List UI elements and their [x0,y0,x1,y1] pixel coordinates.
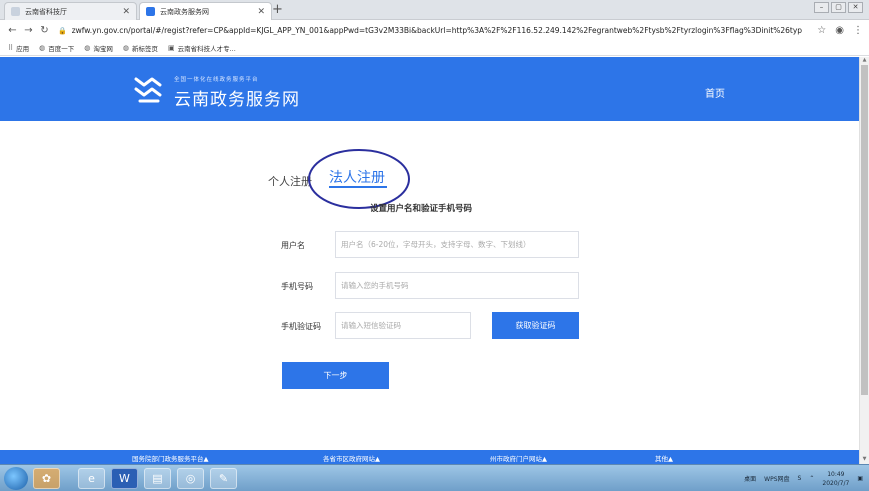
phone-input[interactable] [335,272,579,299]
browser-tab-2[interactable]: 云南政务服务网 ✕ [139,2,272,20]
tab-title: 云南省科技厅 [25,7,67,16]
site-logo-icon [134,77,162,103]
chrome-icon[interactable]: ◎ [177,468,204,489]
bookmark-label: 应用 [16,45,30,53]
bookmark-taobao[interactable]: ◍ 淘宝网 [84,43,113,53]
footer-links-bar: 国务院部门政务服务平台▲ 各省市区政府网站▲ 州市政府门户网站▲ 其他▲ [0,450,859,464]
page-icon: ▣ [167,44,175,52]
tab-title: 云南政务服务网 [160,7,209,16]
scroll-thumb[interactable] [861,65,868,395]
bookmark-talent[interactable]: ▣ 云南省科技人才专... [168,43,236,53]
minimize-icon[interactable]: – [814,2,829,13]
username-input[interactable] [335,231,579,258]
site-title: 云南政务服务网 [174,90,300,110]
media-app-icon[interactable]: ✿ [33,468,60,489]
next-step-button[interactable]: 下一步 [282,362,389,389]
reload-icon[interactable]: ↻ [38,25,51,36]
scroll-down-icon[interactable]: ▼ [860,456,869,464]
get-code-button[interactable]: 获取验证码 [492,312,579,339]
bookmark-baidu[interactable]: ◍ 百度一下 [39,43,74,53]
bookmark-label: 云南省科技人才专... [177,45,236,53]
window-controls: – ▢ ✕ [814,2,863,13]
apps-grid-icon: ⠿ [8,44,14,52]
scroll-up-icon[interactable]: ▲ [860,57,869,65]
system-tray: 桌面 WPS网盘 S ⌃ 10:49 2020/7/7 ▣ [744,465,869,491]
browser-tab-1[interactable]: 云南省科技厅 ✕ [4,2,137,20]
clock-time: 10:49 [827,470,845,478]
start-button[interactable] [4,467,28,490]
footer-link-prefectures[interactable]: 州市政府门户网站▲ [490,453,547,463]
logo-subtitle: 全国一体化在线政务服务平台 [174,77,259,83]
globe-icon: ◍ [84,44,91,52]
star-icon[interactable]: ☆ [817,25,826,36]
tray-wps[interactable]: WPS网盘 [764,474,789,483]
browser-tab-strip: 云南省科技厅 ✕ 云南政务服务网 ✕ + – ▢ ✕ [0,0,869,20]
bookmark-label: 新标签页 [131,45,158,53]
tab-close-icon[interactable]: ✕ [122,7,130,17]
new-tab-icon[interactable]: + [272,3,283,17]
clock-date: 2020/7/7 [822,479,850,487]
paint-icon[interactable]: ✎ [210,468,237,489]
tray-expand-icon[interactable]: ⌃ [809,475,814,482]
bookmark-apps[interactable]: ⠿ 应用 [8,43,29,53]
annotation-circle [308,149,410,209]
page-scrollbar[interactable]: ▲ ▼ [859,57,869,464]
file-manager-icon[interactable]: ▤ [144,468,171,489]
footer-link-other[interactable]: 其他▲ [655,453,673,463]
address-bar: ← → ↻ 🔒 zwfw.yn.gov.cn/portal/#/regist?r… [0,20,869,41]
lock-icon: 🔒 [58,26,67,35]
url-field[interactable]: 🔒 zwfw.yn.gov.cn/portal/#/regist?refer=C… [58,22,811,39]
forward-icon[interactable]: → [22,25,35,36]
bookmark-label: 淘宝网 [93,45,113,53]
tab-personal-register[interactable]: 个人注册 [268,173,312,189]
site-favicon-icon [11,7,20,16]
clock[interactable]: 10:49 2020/7/7 [822,470,849,488]
tray-desktop[interactable]: 桌面 [744,474,756,483]
word-icon[interactable]: W [111,468,138,489]
windows-taskbar: ✿ e W ▤ ◎ ✎ 桌面 WPS网盘 S ⌃ 10:49 2020/7/7 … [0,464,869,491]
phone-label: 手机号码 [281,282,313,291]
ie-icon[interactable]: e [78,468,105,489]
nav-home-link[interactable]: 首页 [705,85,725,100]
close-window-icon[interactable]: ✕ [848,2,863,13]
sms-code-input[interactable] [335,312,471,339]
menu-icon[interactable]: ⋮ [853,25,863,36]
footer-link-provinces[interactable]: 各省市区政府网站▲ [323,453,380,463]
globe-icon: ◍ [39,44,46,52]
back-icon[interactable]: ← [6,25,19,36]
site-header: 全国一体化在线政务服务平台 云南政务服务网 首页 [0,57,859,121]
footer-link-state-council[interactable]: 国务院部门政务服务平台▲ [132,453,209,463]
username-label: 用户名 [281,241,305,250]
bookmark-label: 百度一下 [48,45,75,53]
show-desktop-icon[interactable]: ▣ [857,475,863,482]
account-icon[interactable]: ◉ [835,25,844,36]
bookmarks-bar: ⠿ 应用 ◍ 百度一下 ◍ 淘宝网 ◍ 新标签页 ▣ 云南省科技人才专... [0,41,869,56]
form-heading: 设置用户名和验证手机号码 [370,204,473,214]
bookmark-newtab[interactable]: ◍ 新标签页 [123,43,158,53]
site-favicon-icon [146,7,155,16]
url-text[interactable]: zwfw.yn.gov.cn/portal/#/regist?refer=CP&… [72,26,802,35]
tab-close-icon[interactable]: ✕ [257,7,265,17]
globe-icon: ◍ [122,44,129,52]
restore-icon[interactable]: ▢ [831,2,846,13]
ime-icon[interactable]: S [798,475,802,482]
sms-code-label: 手机验证码 [281,322,321,331]
